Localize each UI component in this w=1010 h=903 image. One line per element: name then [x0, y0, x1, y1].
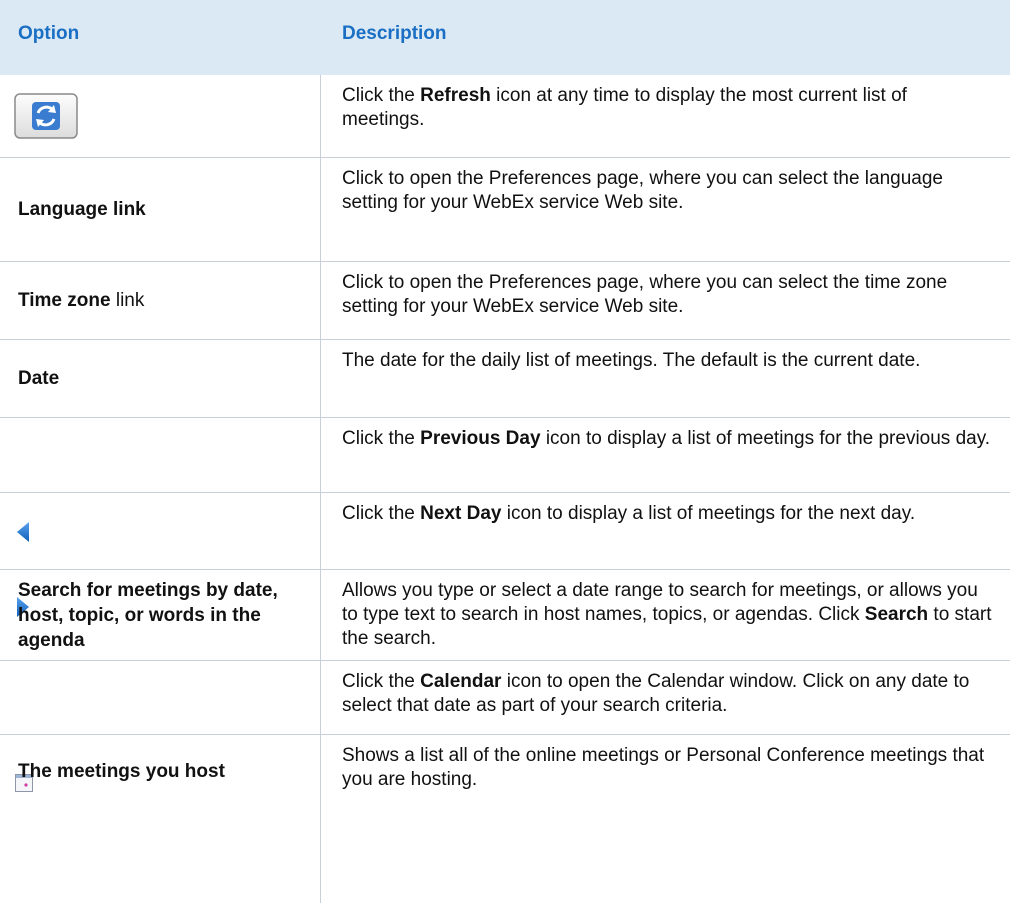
table-row: Search for meetings by date, host, topic…: [0, 570, 1010, 661]
table-row: The meetings you host Shows a list all of…: [0, 735, 1010, 808]
text-run: Click the: [342, 671, 421, 692]
table-row: Date The date for the daily list of meeti…: [0, 340, 1010, 418]
bold-text: Search: [864, 604, 929, 625]
table-row: Click the Refresh icon at any time to di…: [0, 75, 1010, 158]
bold-text: Previous Day: [420, 428, 541, 449]
option-cell: The meetings you host: [18, 760, 314, 784]
description-cell: Click the Refresh icon at any time to di…: [342, 84, 994, 132]
text-run: link: [110, 290, 145, 311]
table-row: Click the Next Day icon to display a lis…: [0, 493, 1010, 617]
column-divider: [320, 75, 321, 903]
refresh-icon[interactable]: [14, 93, 78, 146]
table-row: Time zone link Click to open the Preferen…: [0, 262, 1010, 340]
text-run: The date for the daily list of meetings.…: [342, 350, 921, 371]
table-row: Language link Click to open the Preferenc…: [0, 158, 1010, 262]
text-run: Click the: [342, 503, 421, 524]
text-run: icon to display a list of meetings for t…: [540, 428, 991, 449]
description-cell: Shows a list all of the online meetings …: [342, 744, 994, 792]
bold-text: Time zone: [18, 290, 111, 311]
table-row: Click the Calendar icon to open the Cale…: [0, 661, 1010, 792]
option-cell: Language link: [18, 198, 314, 222]
text-run: Shows a list all of the online meetings …: [342, 745, 985, 790]
bold-text: Search for meetings by date, host, topic…: [18, 580, 278, 651]
text-run: Click to open the Preferences page, wher…: [342, 168, 943, 213]
text-run: Click the: [342, 85, 421, 106]
description-cell: Click to open the Preferences page, wher…: [342, 271, 994, 319]
description-cell: The date for the daily list of meetings.…: [342, 349, 994, 373]
description-cell: Click the Calendar icon to open the Cale…: [342, 670, 994, 718]
bold-text: Next Day: [420, 503, 502, 524]
bold-text: Language link: [18, 199, 146, 220]
description-cell: Click the Previous Day icon to display a…: [342, 427, 994, 451]
text-run: icon to display a list of meetings for t…: [501, 503, 916, 524]
text-run: Click to open the Preferences page, wher…: [342, 272, 948, 317]
bold-text: Refresh: [420, 85, 491, 106]
text-run: Click the: [342, 428, 421, 449]
option-cell: Time zone link: [18, 289, 314, 313]
option-cell: [14, 93, 78, 146]
description-cell: Click to open the Preferences page, wher…: [342, 167, 994, 215]
option-column-header: Option: [18, 23, 80, 44]
description-cell: Click the Next Day icon to display a lis…: [342, 502, 994, 526]
option-cell: Search for meetings by date, host, topic…: [18, 578, 308, 653]
option-cell: Date: [18, 367, 314, 391]
table-row: Click the Previous Day icon to display a…: [0, 418, 1010, 542]
bold-text: Date: [18, 368, 60, 389]
table-header: Option Description: [0, 0, 1010, 75]
description-column-header: Description: [342, 23, 447, 44]
bold-text: Calendar: [420, 671, 502, 692]
bold-text: The meetings you host: [18, 761, 225, 782]
description-cell: Allows you type or select a date range t…: [342, 579, 994, 651]
